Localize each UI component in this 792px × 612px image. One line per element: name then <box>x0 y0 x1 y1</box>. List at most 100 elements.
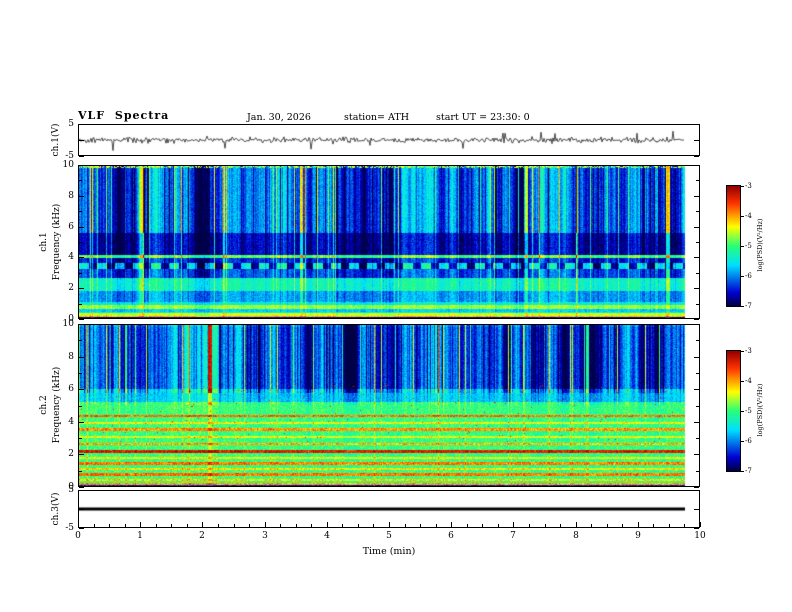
y-tick-mark <box>694 140 699 141</box>
x-tick-label: 4 <box>324 531 330 541</box>
x-minor-tick-mark <box>234 524 235 527</box>
y-tick-mark <box>79 319 84 320</box>
x-minor-tick-mark <box>467 524 468 527</box>
colorbar-tick-mark <box>741 471 744 472</box>
y-minor-tick-mark <box>696 438 699 439</box>
colorbar-tick-label: -5 <box>745 407 752 415</box>
ch2-spectrogram-canvas <box>79 325 699 486</box>
colorbar-tick-label: -3 <box>745 182 752 190</box>
x-tick-label: 6 <box>448 531 454 541</box>
x-tick-mark <box>327 522 328 527</box>
x-tick-label: 3 <box>262 531 268 541</box>
colorbar-ch1 <box>726 185 741 307</box>
y-tick-mark <box>694 487 699 488</box>
colorbar-ch2-label: log(PSD)(V²/Hz) <box>756 383 764 437</box>
x-minor-tick-mark <box>591 524 592 527</box>
y-tick-mark <box>79 454 84 455</box>
x-minor-tick-mark <box>545 524 546 527</box>
y-minor-tick-mark <box>696 180 699 181</box>
y-minor-tick-mark <box>79 180 82 181</box>
x-minor-tick-mark <box>296 524 297 527</box>
x-minor-tick-mark <box>342 524 343 527</box>
colorbar-ch1-canvas <box>727 186 740 306</box>
x-minor-tick-mark <box>560 524 561 527</box>
y-tick-mark <box>694 156 699 157</box>
x-tick-mark <box>389 522 390 527</box>
plot-title: VLF Spectra <box>78 109 170 122</box>
x-tick-label: 1 <box>137 531 143 541</box>
x-tick-mark <box>576 522 577 527</box>
plot-date: Jan. 30, 2026 <box>247 112 311 123</box>
x-minor-tick-mark <box>218 524 219 527</box>
colorbar-tick-label: -7 <box>745 302 752 310</box>
y-minor-tick-mark <box>79 304 82 305</box>
y-tick-mark <box>694 165 699 166</box>
x-tick-label: 2 <box>199 531 205 541</box>
y-tick-label: 4 <box>68 252 74 263</box>
colorbar-ch2 <box>726 350 741 472</box>
x-minor-tick-mark <box>94 524 95 527</box>
y-minor-tick-mark <box>696 373 699 374</box>
x-minor-tick-mark <box>684 524 685 527</box>
plot-start-ut: start UT = 23:30: 0 <box>436 112 530 123</box>
y-tick-label: 6 <box>68 384 74 395</box>
y-minor-tick-mark <box>696 242 699 243</box>
y-tick-mark <box>79 487 84 488</box>
ch1-spectrogram-frequency-label: Frequency (kHz) <box>52 203 62 281</box>
x-minor-tick-mark <box>280 524 281 527</box>
x-minor-tick-mark <box>420 524 421 527</box>
y-tick-mark <box>79 124 84 125</box>
colorbar-tick-label: -7 <box>745 467 752 475</box>
y-minor-tick-mark <box>79 242 82 243</box>
x-minor-tick-mark <box>498 524 499 527</box>
y-tick-mark <box>79 165 84 166</box>
y-tick-mark <box>694 227 699 228</box>
y-tick-mark <box>694 288 699 289</box>
colorbar-tick-label: -5 <box>745 242 752 250</box>
y-tick-label: 6 <box>68 221 74 232</box>
x-minor-tick-mark <box>607 524 608 527</box>
y-tick-label: 8 <box>68 190 74 201</box>
y-tick-mark <box>694 389 699 390</box>
x-minor-tick-mark <box>622 524 623 527</box>
y-tick-mark <box>694 509 699 510</box>
y-minor-tick-mark <box>696 340 699 341</box>
ch1-spectrogram-canvas <box>79 166 699 318</box>
colorbar-ch2-canvas <box>727 351 740 471</box>
x-tick-label: 10 <box>694 531 706 541</box>
ch2-spectrogram-channel-label: ch.2 <box>39 395 49 415</box>
y-tick-label: 2 <box>68 449 74 460</box>
x-minor-tick-mark <box>109 524 110 527</box>
y-tick-label: 5 <box>68 485 74 495</box>
y-tick-mark <box>79 357 84 358</box>
x-tick-mark <box>451 522 452 527</box>
x-tick-mark <box>638 522 639 527</box>
colorbar-tick-label: -4 <box>745 212 752 220</box>
y-tick-label: 10 <box>62 319 74 329</box>
colorbar-tick-mark <box>741 216 744 217</box>
y-tick-mark <box>694 454 699 455</box>
y-tick-mark <box>694 319 699 320</box>
y-minor-tick-mark <box>79 471 82 472</box>
x-minor-tick-mark <box>156 524 157 527</box>
y-tick-mark <box>79 528 84 529</box>
y-minor-tick-mark <box>696 304 699 305</box>
x-minor-tick-mark <box>311 524 312 527</box>
y-minor-tick-mark <box>79 340 82 341</box>
y-tick-mark <box>79 140 84 141</box>
colorbar-ch1-label: log(PSD)(V²/Hz) <box>756 218 764 272</box>
x-minor-tick-mark <box>249 524 250 527</box>
x-minor-tick-mark <box>482 524 483 527</box>
colorbar-tick-mark <box>741 441 744 442</box>
ch1-voltage-panel <box>78 124 700 156</box>
y-tick-label: 10 <box>62 160 74 170</box>
ch1-spectrogram-panel <box>78 165 700 319</box>
x-tick-label: 8 <box>573 531 579 541</box>
colorbar-tick-mark <box>741 276 744 277</box>
x-axis-label: Time (min) <box>362 546 416 557</box>
colorbar-tick-mark <box>741 306 744 307</box>
y-minor-tick-mark <box>696 273 699 274</box>
x-minor-tick-mark <box>653 524 654 527</box>
y-tick-mark <box>79 227 84 228</box>
y-tick-mark <box>694 324 699 325</box>
